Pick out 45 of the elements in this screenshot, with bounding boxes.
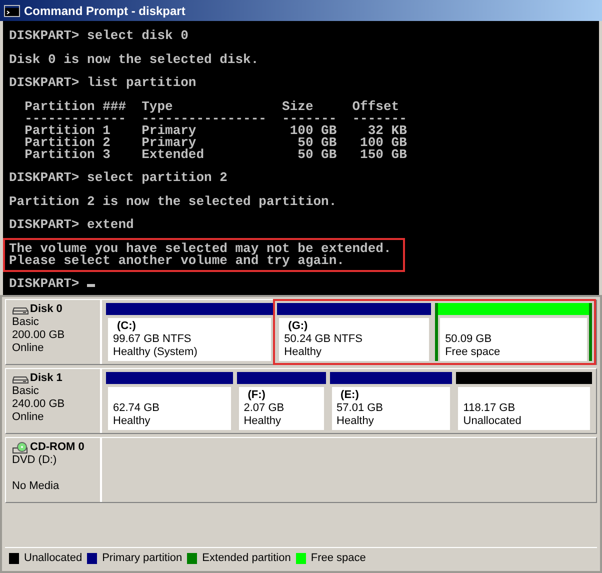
partition-size: 50.09 GB [445, 333, 493, 346]
console-output: DISKPART> select disk 0 [9, 28, 188, 44]
partition-size: 50.24 GB NTFS [284, 333, 364, 346]
legend-label: Unallocated [24, 552, 82, 565]
cd-drive-icon [12, 442, 29, 454]
disk-name: Disk 0 [30, 303, 62, 316]
legend-label: Free space [310, 552, 366, 565]
partition-status: Healthy [284, 346, 322, 359]
disk-detail: Basic [12, 385, 40, 398]
partition-status: Free space [445, 346, 502, 359]
partition-size: 57.01 GB [336, 402, 384, 415]
volume-label: (G:) [287, 320, 309, 333]
console-output: DISKPART> list partition [9, 75, 196, 91]
disk-detail: Online [12, 342, 45, 355]
command-prompt-icon [4, 4, 20, 16]
disk-detail: 200.00 GB [12, 329, 66, 342]
legend-label: Primary partition [102, 552, 182, 565]
disk-detail: 240.00 GB [12, 398, 66, 411]
volume-label: (C:) [116, 320, 137, 333]
console-output: Partition ### Type Size Offset ------------- ---------------- ------- ------- Partition 1 Primary 100 GB 32 KB Partition 2 Primary 50 GB 100 GB Partition 3 Extended 50 GB 150 GB [24, 98, 407, 162]
legend-label: Extended partition [202, 552, 291, 565]
console-output: DISKPART> select partition 2 [9, 170, 228, 186]
console-output: Partition 2 is now the selected partition. [9, 194, 337, 210]
disk-detail: Basic [12, 316, 40, 329]
disk-detail: DVD (D:) [12, 454, 58, 467]
volume-label: (F:) [246, 389, 266, 402]
console-output: Disk 0 is now the selected disk. [9, 52, 259, 68]
partition-size: 2.07 GB [244, 402, 286, 415]
disk-detail: No Media [12, 480, 60, 493]
partition-status: Healthy [244, 415, 282, 428]
partition-size: 62.74 GB [113, 402, 160, 415]
partition-status: Healthy [336, 415, 375, 428]
partition-status: Healthy [113, 415, 152, 428]
volume-label: (E:) [340, 389, 360, 402]
disk-detail: Online [12, 411, 45, 424]
partition-size: 118.17 GB [463, 402, 516, 415]
disk-name: CD-ROM 0 [30, 441, 84, 454]
console-output: DISKPART> extend [9, 217, 134, 233]
window-title: Command Prompt - diskpart [24, 2, 186, 20]
partition-size: 99.67 GB NTFS [113, 333, 192, 346]
partition-status: Unallocated [463, 415, 522, 428]
disk-name: Disk 1 [30, 372, 62, 385]
error-message: The volume you have selected may not be extended. Please select another volume and try again. [3, 238, 406, 272]
console-prompt: DISKPART> [9, 276, 80, 291]
partition-status: Healthy (System) [113, 346, 198, 359]
